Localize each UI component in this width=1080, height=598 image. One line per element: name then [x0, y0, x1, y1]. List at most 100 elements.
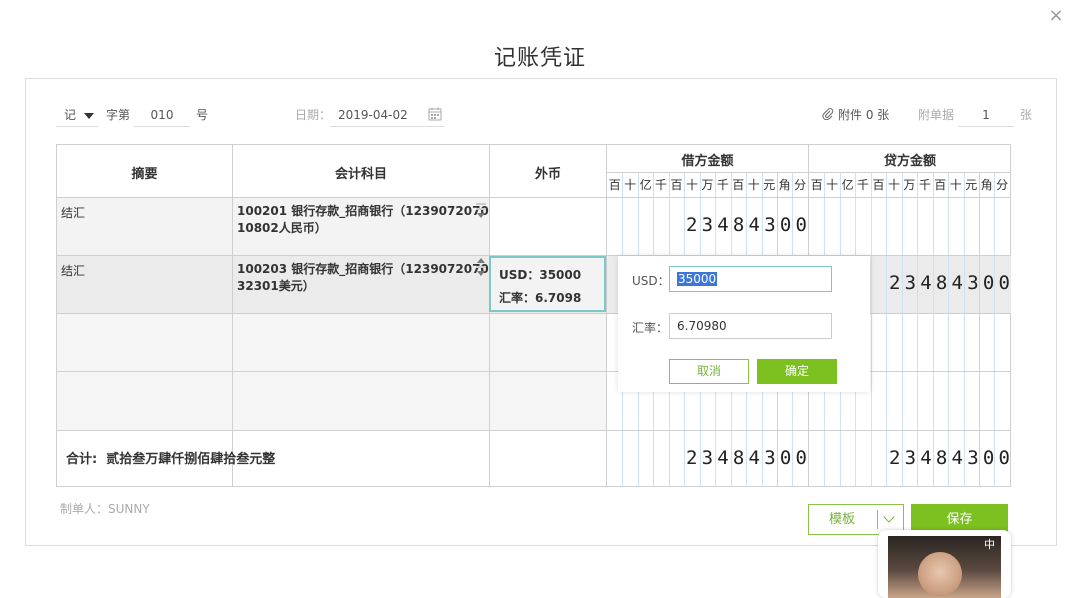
fx-popup: USD： 35000 汇率： 6.70980 取消 确定 — [618, 256, 870, 392]
row2-account-line1: 100203 银行存款_招商银行（1239072070 — [237, 262, 489, 276]
attachment-label: 附件 0 张 — [838, 108, 890, 122]
attach-docs-label: 附单据 — [918, 108, 955, 122]
total-label: 合计: — [66, 452, 98, 467]
credit-unit-8: 百 — [934, 178, 947, 192]
credit-unit-7: 千 — [918, 178, 931, 192]
debit-unit-5: 十 — [685, 178, 698, 192]
row2-summary[interactable]: 结汇 — [61, 262, 85, 279]
row2-credit-amount: 23484300 — [889, 272, 1015, 294]
credit-unit-2: 亿 — [841, 178, 854, 192]
row2-fx-currency: USD：35000 — [499, 268, 582, 282]
attachment-link[interactable]: 附件 0 张 — [822, 104, 889, 128]
voucher-number-input[interactable]: 010 — [134, 104, 190, 128]
header-bottom-line — [57, 197, 1010, 198]
cancel-button[interactable]: 取消 — [669, 359, 749, 384]
template-button-label: 模板 — [828, 512, 855, 527]
date-value: 2019-04-02 — [338, 108, 408, 122]
usd-input[interactable]: 35000 — [669, 266, 832, 292]
debit-unit-6: 万 — [701, 178, 714, 192]
credit-digit-line-8 — [932, 173, 934, 486]
row2-account-line2: 32301美元） — [237, 279, 315, 293]
debit-unit-4: 百 — [670, 178, 683, 192]
credit-unit-1: 十 — [826, 178, 839, 192]
total-row: 合计: 贰拾叁万肆仟捌佰肆拾叁元整 — [66, 448, 275, 467]
debit-unit-0: 百 — [608, 178, 621, 192]
usd-input-value: 35000 — [677, 272, 718, 286]
credit-digit-line-10 — [963, 173, 965, 486]
amount-header-line — [607, 172, 1010, 173]
debit-unit-3: 千 — [655, 178, 668, 192]
row1-account-line1: 100201 银行存款_招商银行（1239072070 — [237, 204, 489, 218]
credit-digit-line-9 — [948, 173, 950, 486]
voucher-type-select[interactable]: 记 — [56, 104, 98, 128]
row4-bottom-line — [57, 430, 1010, 431]
attach-zhang-label: 张 — [1020, 108, 1033, 122]
rate-input[interactable]: 6.70980 — [669, 313, 832, 339]
row1-summary[interactable]: 结汇 — [61, 204, 85, 221]
credit-unit-12: 分 — [996, 178, 1009, 192]
row2-account-scroll[interactable] — [475, 258, 487, 276]
voucher-number-value: 010 — [134, 104, 190, 127]
empty-rows-bg — [57, 314, 606, 430]
calendar-icon[interactable] — [428, 107, 442, 121]
row2-foreign-cell[interactable]: USD：35000 汇率：6.7098 — [489, 256, 606, 312]
header-account: 会计科目 — [334, 167, 387, 182]
credit-unit-3: 千 — [857, 178, 870, 192]
credit-unit-0: 百 — [810, 178, 823, 192]
video-person — [918, 552, 962, 596]
credit-unit-5: 十 — [887, 178, 900, 192]
row2-fx-rate: 汇率：6.7098 — [499, 291, 582, 305]
video-badge: 中 — [984, 538, 995, 551]
voucher-type-value: 记 — [64, 108, 77, 122]
row1-account-scroll[interactable] — [475, 200, 487, 218]
debit-unit-11: 角 — [778, 178, 791, 192]
paperclip-icon — [822, 108, 834, 121]
total-words: 贰拾叁万肆仟捌佰肆拾叁元整 — [106, 452, 276, 467]
credit-digit-line-7 — [917, 173, 919, 486]
debit-unit-2: 亿 — [639, 178, 652, 192]
credit-digit-line-11 — [978, 173, 980, 486]
dialog-title: 记账凭证 — [493, 46, 586, 71]
voucher-hao-label: 号 — [196, 108, 209, 122]
debit-unit-7: 千 — [716, 178, 729, 192]
header-summary: 摘要 — [131, 167, 158, 182]
header-foreign: 外币 — [534, 167, 561, 182]
debit-unit-1: 十 — [624, 178, 637, 192]
credit-unit-10: 元 — [965, 178, 978, 192]
chevron-down-icon — [84, 112, 95, 119]
debit-unit-12: 分 — [794, 178, 807, 192]
template-button-divider — [877, 510, 878, 529]
header-debit: 借方金额 — [681, 154, 734, 169]
debit-unit-8: 百 — [732, 178, 745, 192]
row1-account-line2: 10802人民币） — [237, 221, 327, 235]
date-label: 日期： — [295, 108, 332, 122]
rate-label: 汇率： — [632, 321, 669, 335]
attach-docs-input[interactable]: 1 — [958, 104, 1014, 128]
video-preview[interactable]: 中 — [878, 530, 1011, 598]
credit-digit-line-6 — [901, 173, 903, 486]
debit-unit-10: 元 — [763, 178, 776, 192]
confirm-button[interactable]: 确定 — [757, 359, 837, 384]
close-icon[interactable]: × — [1046, 6, 1066, 26]
maker-label: 制单人：SUNNY — [60, 502, 150, 516]
date-input[interactable]: 2019-04-02 — [330, 104, 444, 128]
chevron-down-icon[interactable] — [883, 511, 895, 523]
credit-digit-line-4 — [870, 173, 872, 486]
total-debit-amount: 23484300 — [686, 447, 812, 469]
credit-unit-6: 万 — [903, 178, 916, 192]
debit-unit-9: 十 — [747, 178, 760, 192]
credit-unit-11: 角 — [980, 178, 993, 192]
row1-account[interactable]: 100201 银行存款_招商银行（1239072070 10802人民币） — [237, 203, 489, 237]
credit-unit-4: 百 — [872, 178, 885, 192]
usd-label: USD： — [632, 274, 670, 288]
credit-unit-9: 十 — [949, 178, 962, 192]
row1-debit-amount: 23484300 — [686, 214, 812, 236]
rate-input-value: 6.70980 — [677, 319, 727, 333]
credit-digit-line-12 — [994, 173, 996, 486]
voucher-zi-label: 字第 — [106, 108, 131, 122]
row2-account[interactable]: 100203 银行存款_招商银行（1239072070 32301美元） — [237, 261, 489, 295]
header-credit: 贷方金额 — [883, 154, 936, 169]
total-credit-amount: 23484300 — [889, 447, 1015, 469]
credit-digit-line-5 — [886, 173, 888, 486]
attach-docs-value: 1 — [958, 104, 1014, 127]
